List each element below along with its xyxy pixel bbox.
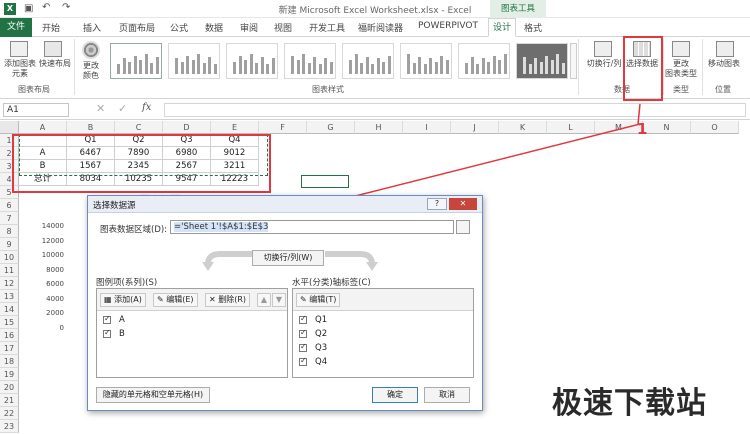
delete-label: 删除(R) xyxy=(218,295,247,304)
series-item[interactable]: A xyxy=(103,314,125,325)
watermark: 极速下载站 xyxy=(552,386,707,421)
category-name: Q3 xyxy=(315,343,328,353)
arrow-down-icon: ▼ xyxy=(275,295,283,304)
category-name: Q2 xyxy=(315,329,328,339)
axis-labels-panel: ✎ 编辑(T) Q1 Q2 Q3 Q4 xyxy=(292,288,474,378)
switch-row-column-dialog-button[interactable]: 切换行/列(W) xyxy=(252,250,324,266)
category-item[interactable]: Q1 xyxy=(299,314,328,325)
category-item[interactable]: Q3 xyxy=(299,342,328,353)
ok-label: 确定 xyxy=(387,390,403,399)
switch-row-column-label: 切换行/列(W) xyxy=(263,253,313,262)
edit-series-button[interactable]: ✎ 编辑(E) xyxy=(153,293,198,307)
edit-icon: ✎ xyxy=(300,295,310,304)
axis-labels-label: 水平(分类)轴标签(C) xyxy=(292,278,371,288)
swap-arrow-left-icon xyxy=(202,251,255,271)
category-item[interactable]: Q4 xyxy=(299,356,328,367)
category-checkbox[interactable] xyxy=(299,342,307,352)
arrow-up-icon: ▲ xyxy=(260,295,268,304)
select-data-source-dialog: 选择数据源 ? ✕ 图表数据区域(D): ='Sheet 1'!$A$1:$E$… xyxy=(87,195,483,411)
dialog-title-bar: 选择数据源 ? ✕ xyxy=(88,196,482,213)
series-item[interactable]: B xyxy=(103,328,125,339)
cancel-button[interactable]: 取消 xyxy=(424,387,470,403)
category-name: Q1 xyxy=(315,315,328,325)
category-checkbox[interactable] xyxy=(299,314,307,324)
edit-axis-button[interactable]: ✎ 编辑(T) xyxy=(296,293,341,307)
collapse-range-icon[interactable] xyxy=(456,220,470,234)
annotation-box-table xyxy=(12,134,271,193)
swap-arrow-right-icon xyxy=(325,251,378,271)
annotation-number-1: 1 xyxy=(637,120,648,138)
add-label: 添加(A) xyxy=(114,295,142,304)
category-item[interactable]: Q2 xyxy=(299,328,328,339)
series-name: A xyxy=(119,315,125,325)
category-checkbox[interactable] xyxy=(299,356,307,366)
edit-label: 编辑(E) xyxy=(166,295,194,304)
ok-button[interactable]: 确定 xyxy=(372,387,418,403)
legend-entries-panel: ▦ 添加(A) ✎ 编辑(E) ✕ 删除(R) ▲ ▼ A B xyxy=(96,288,288,378)
move-down-button[interactable]: ▼ xyxy=(272,293,286,307)
legend-toolbar: ▦ 添加(A) ✎ 编辑(E) ✕ 删除(R) ▲ ▼ xyxy=(97,289,287,311)
hidden-empty-cells-button[interactable]: 隐藏的单元格和空单元格(H) xyxy=(96,387,210,403)
axis-edit-label: 编辑(T) xyxy=(309,295,337,304)
range-input-value: ='Sheet 1'!$A$1:$E$3 xyxy=(174,222,269,232)
series-name: B xyxy=(119,329,125,339)
add-series-button[interactable]: ▦ 添加(A) xyxy=(100,293,146,307)
dialog-title: 选择数据源 xyxy=(93,201,136,211)
hidden-empty-cells-label: 隐藏的单元格和空单元格(H) xyxy=(102,390,204,399)
move-up-button[interactable]: ▲ xyxy=(257,293,271,307)
edit-icon: ✎ xyxy=(157,295,167,304)
series-checkbox[interactable] xyxy=(103,328,111,338)
help-button[interactable]: ? xyxy=(427,198,447,210)
close-button[interactable]: ✕ xyxy=(449,198,477,210)
range-input[interactable]: ='Sheet 1'!$A$1:$E$3 xyxy=(170,220,454,234)
legend-entries-label: 图例项(系列)(S) xyxy=(96,278,158,288)
range-label: 图表数据区域(D): xyxy=(100,225,168,235)
axis-toolbar: ✎ 编辑(T) xyxy=(293,289,473,311)
category-checkbox[interactable] xyxy=(299,328,307,338)
category-name: Q4 xyxy=(315,357,328,367)
close-icon: ✕ xyxy=(459,199,467,208)
delete-series-button[interactable]: ✕ 删除(R) xyxy=(205,293,251,307)
cancel-label: 取消 xyxy=(439,390,455,399)
series-checkbox[interactable] xyxy=(103,314,111,324)
add-icon: ▦ xyxy=(104,295,115,304)
delete-icon: ✕ xyxy=(209,295,219,304)
annotation-box-select-data xyxy=(623,36,663,101)
